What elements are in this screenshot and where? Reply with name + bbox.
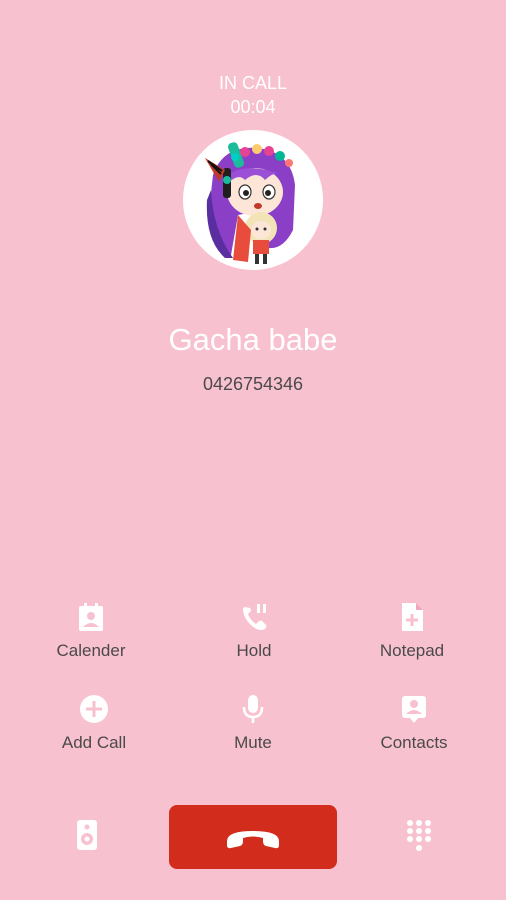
notepad-label: Notepad [379, 641, 445, 660]
contacts-label: Contacts [380, 733, 448, 752]
add-call-label: Add Call [61, 733, 127, 752]
dialpad-button[interactable] [406, 819, 432, 853]
note-add-icon [396, 601, 428, 633]
caller-number: 0426754346 [202, 374, 304, 394]
hold-button[interactable]: Hold [184, 601, 324, 661]
contacts-icon [398, 693, 430, 725]
call-status: IN CALL [218, 73, 288, 93]
speaker-button[interactable] [75, 818, 99, 852]
caller-name: Gacha babe [168, 322, 338, 357]
caller-avatar [183, 130, 323, 270]
notepad-button[interactable]: Notepad [342, 601, 482, 661]
end-call-button[interactable] [169, 805, 337, 869]
add-call-button[interactable]: Add Call [24, 693, 164, 753]
phone-pause-icon [238, 601, 270, 633]
call-timer: 00:04 [230, 97, 276, 117]
hold-label: Hold [236, 641, 272, 660]
mute-button[interactable]: Mute [183, 693, 323, 753]
speaker-icon [75, 820, 99, 856]
calendar-label: Calender [56, 641, 126, 660]
mute-label: Mute [234, 733, 272, 752]
add-circle-icon [78, 693, 110, 725]
calendar-button[interactable]: Calender [21, 601, 161, 661]
dialpad-icon [406, 820, 432, 857]
contacts-button[interactable]: Contacts [344, 693, 484, 753]
microphone-icon [237, 693, 269, 725]
calendar-contact-icon [75, 601, 107, 633]
